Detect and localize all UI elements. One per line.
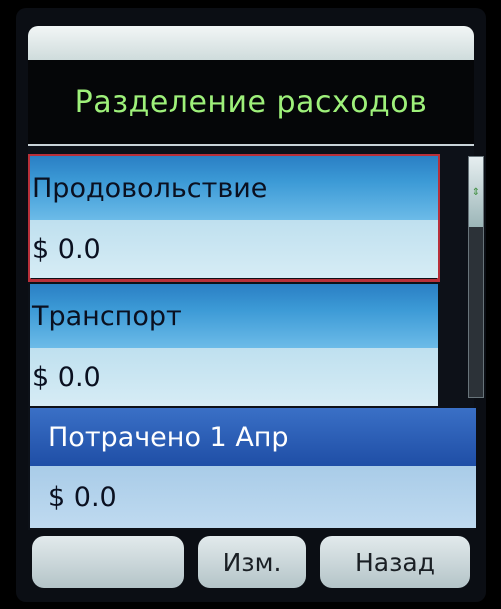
back-button[interactable]: Назад — [320, 536, 470, 588]
title-bar: Разделение расходов — [28, 60, 474, 146]
scroll-arrows-icon[interactable]: ⇕ — [469, 157, 483, 227]
list-item-header: Потрачено 1 Апр — [30, 408, 476, 466]
edit-button[interactable]: Изм. — [198, 536, 306, 588]
page-title: Разделение расходов — [74, 84, 428, 120]
list-item-value-row: $ 0.0 — [30, 466, 476, 528]
list-item-label: Транспорт — [32, 300, 182, 332]
list-item-value-row: $ 0.0 — [30, 348, 438, 406]
status-strip — [28, 26, 474, 60]
list-item-value: $ 0.0 — [48, 481, 117, 513]
list-item-food[interactable]: Продовольствие $ 0.0 — [28, 154, 440, 282]
list-item-value: $ 0.0 — [32, 233, 101, 265]
phone-screen: Разделение расходов Продовольствие $ 0.0… — [16, 8, 486, 602]
left-softkey[interactable] — [32, 536, 184, 588]
list-item-header: Транспорт — [30, 284, 438, 348]
scrollbar[interactable]: ⇕ — [468, 156, 484, 398]
list-item-label: Продовольствие — [32, 172, 268, 204]
softkey-bar: Изм. Назад — [28, 530, 474, 596]
list-item-label: Потрачено 1 Апр — [48, 421, 289, 453]
expense-list: Продовольствие $ 0.0 Транспорт $ 0.0 Пот… — [28, 146, 484, 530]
list-item-transport[interactable]: Транспорт $ 0.0 — [30, 284, 438, 408]
list-item-header: Продовольствие — [30, 156, 438, 220]
list-item-value-row: $ 0.0 — [30, 220, 438, 278]
list-item-spent-total[interactable]: Потрачено 1 Апр $ 0.0 — [30, 408, 476, 528]
list-item-value: $ 0.0 — [32, 361, 101, 393]
